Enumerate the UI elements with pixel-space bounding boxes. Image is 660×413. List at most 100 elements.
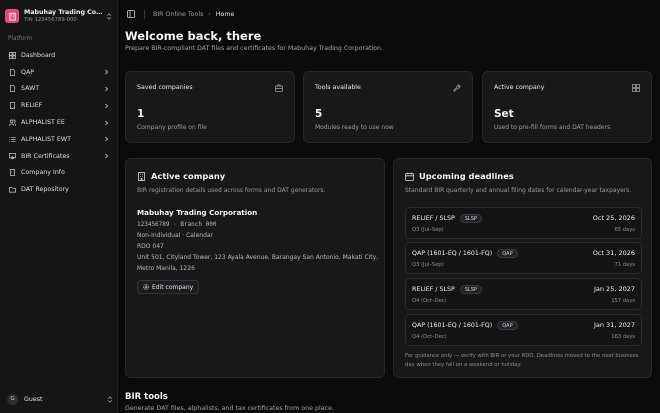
upcoming-deadlines-card: Upcoming deadlines Standard BIR quarterl… bbox=[393, 158, 652, 378]
breadcrumb-link[interactable]: BIR Online Tools bbox=[153, 11, 203, 18]
sidebar-item-alphalist-ewt[interactable]: ALPHALIST EWT bbox=[4, 131, 114, 148]
sidebar-item-dashboard[interactable]: Dashboard bbox=[4, 47, 114, 64]
building-icon bbox=[8, 169, 16, 177]
file-icon bbox=[8, 68, 16, 76]
stat-caption: Modules ready to use now bbox=[315, 124, 394, 131]
deadline-date: Jan 25, 2027 bbox=[593, 285, 635, 293]
building-icon bbox=[137, 171, 146, 181]
avatar: G bbox=[7, 393, 18, 405]
deadline-days-left: 157 days bbox=[611, 298, 635, 304]
stat-title: Saved companies bbox=[137, 84, 193, 91]
deadline-period: Q4 (Oct–Dec) bbox=[412, 298, 447, 304]
sidebar-item-dat-repository[interactable]: DAT Repository bbox=[4, 181, 114, 198]
deadline-badge: QAP bbox=[497, 321, 518, 330]
card-title: Active company bbox=[151, 171, 226, 181]
stat-caption: Company profile on file bbox=[137, 124, 207, 131]
stat-value: Set bbox=[494, 108, 514, 120]
company-switcher[interactable]: Mabuhay Trading Corp... TIN 123456789-00… bbox=[5, 6, 113, 26]
sidebar-item-label: Dashboard bbox=[21, 51, 56, 59]
sidebar-item-company-info[interactable]: Company Info bbox=[4, 165, 114, 182]
sidebar-item-label: ALPHALIST EWT bbox=[21, 135, 71, 143]
deadline-badge: SLSP bbox=[459, 214, 482, 223]
sidebar-toggle-icon[interactable] bbox=[126, 9, 136, 19]
company-rdo: RDO 047 bbox=[137, 243, 164, 250]
stat-card-saved-companies: Saved companies 1 Company profile on fil… bbox=[125, 71, 295, 143]
company-tin-branch: 123456789 · Branch 000 bbox=[137, 221, 217, 228]
section-label: Platform bbox=[8, 36, 32, 42]
top-bar: BIR Online Tools › Home bbox=[118, 0, 660, 28]
sidebar-item-label: DAT Repository bbox=[21, 186, 69, 194]
company-address: Unit 501, Cityland Tower, 123 Ayala Aven… bbox=[137, 254, 379, 261]
certificate-icon bbox=[8, 152, 16, 160]
sidebar-item-relief[interactable]: RELIEF bbox=[4, 97, 114, 114]
page-title: Welcome back, there bbox=[125, 29, 262, 43]
building-icon bbox=[5, 9, 19, 23]
company-address-cont: Metro Manila, 1226 bbox=[137, 265, 195, 272]
deadline-days-left: 71 days bbox=[614, 262, 636, 268]
grid-icon bbox=[8, 51, 16, 59]
deadline-days-left: 65 days bbox=[614, 227, 636, 233]
card-description: Standard BIR quarterly and annual filing… bbox=[405, 187, 632, 194]
stat-value: 5 bbox=[315, 108, 323, 120]
deadline-date: Oct 25, 2026 bbox=[592, 214, 635, 222]
sidebar-item-qap[interactable]: QAP bbox=[4, 64, 114, 81]
sidebar-item-bir-certificates[interactable]: BIR Certificates bbox=[4, 148, 114, 165]
deadlines-disclaimer: For guidance only — verify with BIR or y… bbox=[405, 353, 639, 368]
active-company-card: Active company BIR registration details … bbox=[125, 158, 385, 378]
folder-icon bbox=[8, 186, 16, 194]
chevron-right-icon bbox=[104, 120, 110, 126]
card-title: Upcoming deadlines bbox=[419, 171, 514, 181]
deadline-item: RELIEF / SLSP SLSP Q3 (Jul–Sep) Oct 25, 2… bbox=[405, 207, 642, 239]
deadline-badge: SLSP bbox=[459, 285, 482, 294]
sidebar-item-label: BIR Certificates bbox=[21, 152, 70, 160]
deadline-name: RELIEF / SLSP bbox=[412, 215, 455, 222]
sidebar-item-alphalist-ee[interactable]: ALPHALIST EE bbox=[4, 114, 114, 131]
deadline-name: QAP (1601-EQ / 1601-FQ) bbox=[412, 322, 493, 329]
deadline-period: Q4 (Oct–Dec) bbox=[412, 334, 447, 340]
chevron-right-icon bbox=[104, 103, 110, 109]
deadline-badge: QAP bbox=[497, 249, 518, 258]
deadline-name: QAP (1601-EQ / 1601-FQ) bbox=[412, 250, 493, 257]
stat-caption: Used to pre-fill forms and DAT headers bbox=[494, 124, 611, 131]
divider bbox=[144, 9, 145, 19]
sidebar-item-label: Company Info bbox=[21, 169, 65, 177]
sidebar-nav: Dashboard QAP SAWT RELIEF ALPHALIST EE A… bbox=[4, 47, 114, 198]
section-description: Generate DAT files, alphalists, and tax … bbox=[125, 405, 334, 412]
chevron-right-icon bbox=[104, 136, 110, 142]
breadcrumb: BIR Online Tools › Home bbox=[153, 11, 234, 18]
calendar-icon bbox=[405, 172, 414, 181]
company-name: Mabuhay Trading Corporation bbox=[137, 208, 258, 217]
edit-company-button[interactable]: Edit company bbox=[137, 280, 200, 294]
grid-icon bbox=[632, 84, 640, 92]
chevron-right-icon bbox=[104, 69, 110, 75]
card-description: BIR registration details used across for… bbox=[137, 187, 326, 194]
deadline-period: Q3 (Jul–Sep) bbox=[412, 262, 444, 268]
company-tin: TIN 123456789-000 bbox=[24, 17, 77, 23]
sidebar: Mabuhay Trading Corp... TIN 123456789-00… bbox=[0, 0, 118, 413]
deadline-item: QAP (1601-EQ / 1601-FQ) QAP Q4 (Oct–Dec) … bbox=[405, 314, 642, 346]
edit-company-label: Edit company bbox=[152, 283, 194, 291]
sidebar-item-label: SAWT bbox=[21, 85, 40, 93]
breadcrumb-current: Home bbox=[215, 10, 235, 18]
deadline-date: Jan 31, 2027 bbox=[593, 321, 635, 329]
deadline-days-left: 163 days bbox=[611, 334, 635, 340]
section-title: BIR tools bbox=[125, 392, 168, 402]
company-type: Non-Individual · Calendar bbox=[137, 232, 214, 239]
briefcase-icon bbox=[275, 84, 283, 92]
stat-title: Active company bbox=[494, 84, 545, 91]
wrench-icon bbox=[453, 84, 461, 92]
sidebar-item-label: ALPHALIST EE bbox=[21, 119, 65, 127]
sidebar-item-label: RELIEF bbox=[21, 102, 43, 110]
file-icon bbox=[8, 85, 16, 93]
deadline-period: Q3 (Jul–Sep) bbox=[412, 227, 444, 233]
chevrons-up-down-icon bbox=[105, 11, 113, 21]
user-menu[interactable]: G Guest bbox=[4, 391, 114, 407]
chevron-right-icon: › bbox=[208, 10, 211, 18]
sidebar-item-sawt[interactable]: SAWT bbox=[4, 81, 114, 98]
page-subtitle: Prepare BIR-compliant DAT files and cert… bbox=[125, 45, 384, 52]
deadline-name: RELIEF / SLSP bbox=[412, 286, 455, 293]
chevron-right-icon bbox=[104, 153, 110, 159]
chevron-right-icon bbox=[104, 86, 110, 92]
list-icon bbox=[8, 135, 16, 143]
stat-card-active-company: Active company Set Used to pre-fill form… bbox=[482, 71, 652, 143]
